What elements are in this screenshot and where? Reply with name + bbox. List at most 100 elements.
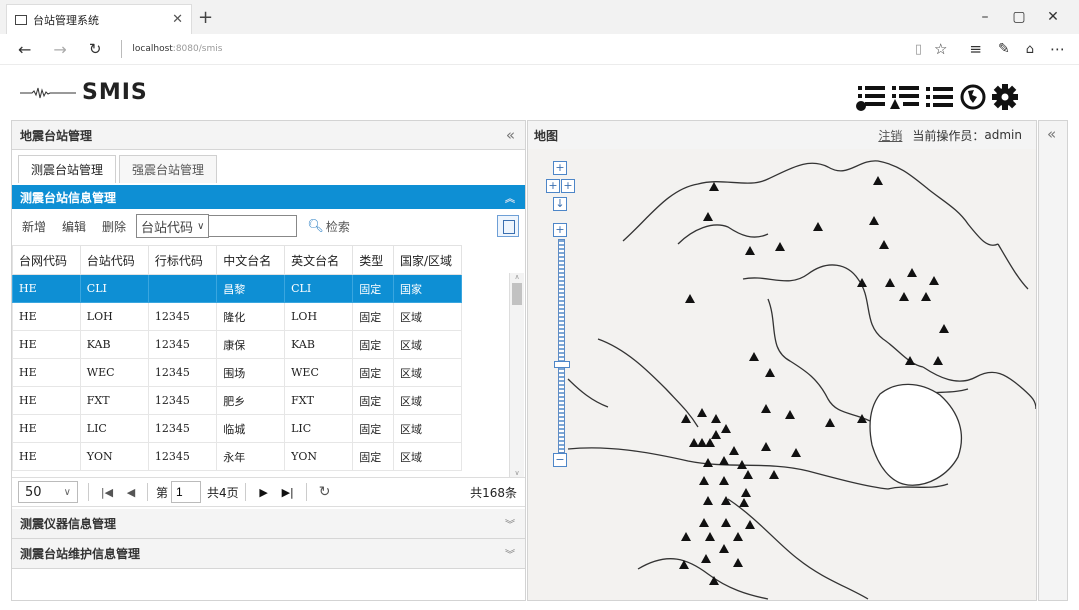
table-cell: 永年 [216,442,286,471]
table-cell: FXT [79,386,149,415]
pan-up-icon[interactable]: + [553,161,567,175]
table-row[interactable]: HE KAB 12345 康保 KAB 固定 区域 [12,330,462,359]
tab-label: 测震台站管理 [31,163,104,177]
browser-tab[interactable]: 台站管理系统 ✕ [6,4,192,34]
column-header[interactable]: 国家/区域 [393,245,462,275]
scroll-down-icon[interactable]: ∨ [510,469,524,477]
total-pages: 共4页 [207,485,239,500]
url-field[interactable]: localhost:8080/smis [132,44,222,54]
logout-link[interactable]: 注销 [878,127,902,144]
globe-icon[interactable] [957,82,989,112]
hub-icon[interactable]: ≡ [969,40,982,58]
table-row[interactable]: HE LOH 12345 隆化 LOH 固定 区域 [12,302,462,331]
reload-icon[interactable]: ↻ [313,480,337,504]
table-cell: 区域 [393,442,462,471]
page-size-select[interactable]: 50 ∨ [18,481,78,503]
search-field-select[interactable]: 台站代码 ∨ [136,214,210,238]
table-cell: 临城 [216,414,286,443]
table-cell: 12345 [147,386,218,415]
table-cell: CLI [79,274,149,303]
page-size-value: 50 [25,484,42,500]
operator-label: 当前操作员： [912,128,985,143]
collapse-left-icon[interactable]: « [506,126,515,144]
minimize-icon[interactable]: – [968,3,1002,31]
last-page-icon[interactable]: ▶| [276,480,300,504]
pan-right-icon[interactable]: + [561,179,575,193]
zoom-slider[interactable] [554,239,570,453]
table-cell: 固定 [352,386,395,415]
table-cell: 固定 [352,414,395,443]
column-header[interactable]: 英文台名 [284,245,354,275]
table-cell: 12345 [147,414,218,443]
station-list-icon[interactable] [855,82,889,112]
list-icon[interactable] [923,82,957,112]
table-row[interactable]: HE WEC 12345 围场 WEC 固定 区域 [12,358,462,387]
maintenance-section-header[interactable]: 测震台站维护信息管理 ︾ [12,539,525,569]
collapse-section-icon[interactable]: ︽ [505,190,515,205]
table-cell: LIC [79,414,149,443]
share-icon[interactable]: ⌂ [1026,42,1034,57]
pager: 50 ∨ |◀ ◀ 第 共4页 ▶ ▶| ↻ 共168条 [12,477,525,507]
refresh-icon[interactable]: ↻ [89,40,102,58]
restore-icon[interactable]: ▢ [1002,3,1036,31]
expand-section-icon[interactable]: ︾ [505,516,515,531]
scroll-up-icon[interactable]: ∧ [510,273,524,281]
more-icon[interactable]: ⋯ [1050,40,1065,58]
zoom-out-icon[interactable]: − [553,453,567,467]
app-title: SMIS [82,80,148,105]
station-filter-icon[interactable] [889,82,923,112]
pager-divider [88,483,89,501]
zoom-slider-handle[interactable] [554,361,570,368]
new-tab-icon[interactable]: + [198,7,213,28]
table-row[interactable]: HE LIC 12345 临城 LIC 固定 区域 [12,414,462,443]
table-cell: 区域 [393,302,462,331]
search-button[interactable]: 检索 [326,218,350,235]
app-logo: SMIS [20,80,148,105]
seismogram-icon [20,87,76,98]
tab-seismic-stations[interactable]: 测震台站管理 [18,155,117,183]
station-map[interactable] [528,149,1036,600]
station-table: 台网代码 台站代码 行标代码 中文台名 英文台名 类型 国家/区域 HE CLI 昌… [12,245,462,471]
section-header: 测震台站信息管理 ︽ [12,185,525,209]
settings-gear-icon[interactable] [989,82,1021,112]
reading-view-icon[interactable]: ▯ [915,42,922,57]
instrument-section-header[interactable]: 测震仪器信息管理 ︾ [12,509,525,539]
pan-down-icon[interactable]: ↓ [553,197,567,211]
delete-button[interactable]: 删除 [102,218,126,235]
table-row[interactable]: HE FXT 12345 肥乡 FXT 固定 区域 [12,386,462,415]
tab-strong-motion-stations[interactable]: 强震台站管理 [119,155,218,183]
table-row[interactable]: HE YON 12345 永年 YON 固定 区域 [12,442,462,471]
add-button[interactable]: 新增 [22,218,46,235]
zoom-in-icon[interactable]: + [553,223,567,237]
page-number-input[interactable] [171,481,202,503]
table-cell: HE [12,302,81,331]
column-header[interactable]: 类型 [352,245,395,275]
table-scrollbar[interactable]: ∧ ∨ [509,273,524,477]
collapse-right-icon[interactable]: « [1047,125,1067,143]
table-cell: 固定 [352,330,395,359]
export-icon[interactable] [497,215,519,237]
next-page-icon[interactable]: ▶ [252,480,276,504]
column-header[interactable]: 行标代码 [147,245,218,275]
search-input[interactable] [209,215,298,237]
prev-page-icon[interactable]: ◀ [119,480,143,504]
pager-divider [147,483,148,501]
web-note-icon[interactable]: ✎ [998,41,1010,57]
edit-button[interactable]: 编辑 [62,218,86,235]
search-icon[interactable]: 🔍︎ [307,219,324,234]
favorite-star-icon[interactable]: ☆ [934,40,947,58]
table-cell: 固定 [352,274,395,303]
first-page-icon[interactable]: |◀ [95,480,119,504]
pan-left-icon[interactable]: + [546,179,560,193]
expand-section-icon[interactable]: ︾ [505,546,515,561]
column-header[interactable]: 台站代码 [79,245,149,275]
column-header[interactable]: 台网代码 [12,245,81,275]
column-header[interactable]: 中文台名 [216,245,286,275]
back-icon[interactable]: ← [18,40,31,59]
tab-close-icon[interactable]: ✕ [172,12,183,27]
scrollbar-thumb[interactable] [512,283,522,305]
table-row[interactable]: HE CLI 昌黎 CLI 固定 国家 [12,274,462,303]
table-cell: LOH [79,302,149,331]
forward-icon[interactable]: → [53,40,66,59]
close-window-icon[interactable]: ✕ [1036,3,1070,31]
